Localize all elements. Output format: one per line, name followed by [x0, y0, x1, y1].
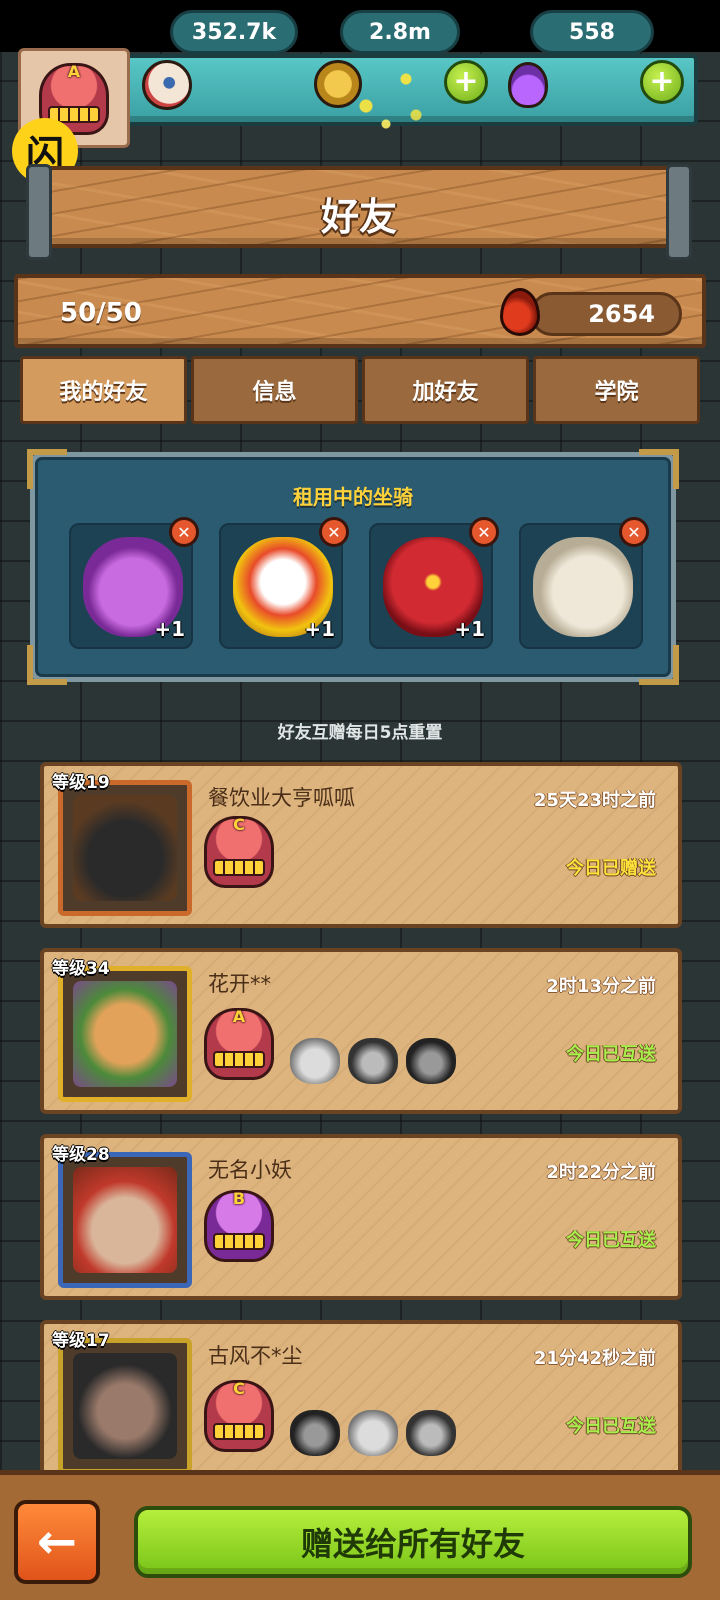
- friend-avatar[interactable]: [58, 780, 192, 916]
- pufferfish-pet-icon: [348, 1410, 398, 1456]
- friend-card[interactable]: 等级34 花开** 2时13分之前 A 今日已互送: [40, 948, 682, 1114]
- last-online-time: 21分42秒之前: [533, 1348, 656, 1369]
- currency-bar: [124, 54, 698, 126]
- stats-board: 50/50 2654: [14, 274, 706, 348]
- remove-mount-button[interactable]: ✕: [469, 517, 499, 547]
- spiky-ball-pet-icon: [406, 1038, 456, 1084]
- drill-beetle-pet-icon: [406, 1410, 456, 1456]
- add-potions-button[interactable]: +: [640, 60, 684, 104]
- friend-avatar[interactable]: [58, 1338, 192, 1474]
- tab-my-friends[interactable]: 我的好友: [20, 356, 187, 424]
- remove-mount-button[interactable]: ✕: [319, 517, 349, 547]
- coin-icon: [314, 60, 362, 108]
- rabbit-icon: [533, 537, 633, 637]
- remove-mount-button[interactable]: ✕: [169, 517, 199, 547]
- friend-level: 等级19: [52, 773, 110, 793]
- friend-card[interactable]: 等级19 餐饮业大亨呱呱 25天23时之前 C 今日已赠送: [40, 762, 682, 928]
- friend-grade-badge: C: [204, 1379, 274, 1452]
- friend-level: 等级17: [52, 1331, 110, 1351]
- remove-mount-button[interactable]: ✕: [619, 517, 649, 547]
- last-online-time: 25天23时之前: [533, 790, 656, 811]
- friend-grade-badge: C: [204, 815, 274, 888]
- friend-name: 无名小妖: [208, 1158, 292, 1182]
- friend-level: 等级34: [52, 959, 110, 979]
- mount-slot[interactable]: ✕ +1: [219, 517, 349, 649]
- gift-status: 今日已互送: [566, 1230, 656, 1251]
- mounts-title: 租用中的坐骑: [293, 485, 413, 509]
- blood-counter: 2654: [530, 292, 682, 336]
- title-board: 好友: [26, 164, 692, 260]
- friend-count: 50/50: [60, 298, 142, 328]
- add-coins-button[interactable]: +: [444, 60, 488, 104]
- gift-status: 今日已互送: [566, 1416, 656, 1437]
- rented-mounts-panel: 租用中的坐骑 ✕ +1 ✕ +1 ✕ +1 ✕: [27, 449, 679, 685]
- player-grade-label: A: [67, 62, 81, 81]
- friend-grade-badge: A: [204, 1007, 274, 1080]
- spiky-beetle-pet-icon: [348, 1038, 398, 1084]
- last-online-time: 2时13分之前: [546, 976, 656, 997]
- mount-bonus: +1: [304, 617, 335, 641]
- back-button[interactable]: ←: [14, 1500, 100, 1584]
- friend-level: 等级28: [52, 1145, 110, 1165]
- reset-notice: 好友互赠每日5点重置: [277, 723, 443, 743]
- mount-slot[interactable]: ✕ +1: [69, 517, 199, 649]
- friend-name: 花开**: [208, 972, 271, 996]
- friend-name: 古风不*尘: [208, 1344, 303, 1368]
- tab-messages[interactable]: 信息: [191, 356, 358, 424]
- coins-counter: 2.8m: [340, 10, 460, 54]
- potion-icon: [508, 62, 548, 108]
- tab-academy[interactable]: 学院: [533, 356, 700, 424]
- friend-name: 餐饮业大亨呱呱: [208, 786, 355, 810]
- gift-status: 今日已互送: [566, 1044, 656, 1065]
- friend-avatar[interactable]: [58, 966, 192, 1102]
- mount-slot[interactable]: ✕ +1: [369, 517, 499, 649]
- mount-slot[interactable]: ✕: [519, 517, 649, 649]
- mount-bonus: +1: [154, 617, 185, 641]
- friend-grade-badge: B: [204, 1189, 274, 1262]
- friend-tabs: 我的好友 信息 加好友 学院: [20, 356, 700, 424]
- tab-add-friend[interactable]: 加好友: [362, 356, 529, 424]
- last-online-time: 2时22分之前: [546, 1162, 656, 1183]
- page-title: 好友: [320, 195, 397, 239]
- gift-status: 今日已赠送: [566, 858, 656, 879]
- friend-card[interactable]: 等级17 古风不*尘 21分42秒之前 C 今日已互送: [40, 1320, 682, 1486]
- gift-all-friends-button[interactable]: 赠送给所有好友: [134, 1506, 692, 1578]
- potions-counter: 558: [530, 10, 654, 54]
- friend-card[interactable]: 等级28 无名小妖 2时22分之前 B 今日已互送: [40, 1134, 682, 1300]
- spiky-ball-pet-icon: [290, 1410, 340, 1456]
- eyeball-icon: [142, 60, 192, 110]
- pufferfish-pet-icon: [290, 1038, 340, 1084]
- mount-bonus: +1: [454, 617, 485, 641]
- friend-avatar[interactable]: [58, 1152, 192, 1288]
- eyes-counter: 352.7k: [170, 10, 298, 54]
